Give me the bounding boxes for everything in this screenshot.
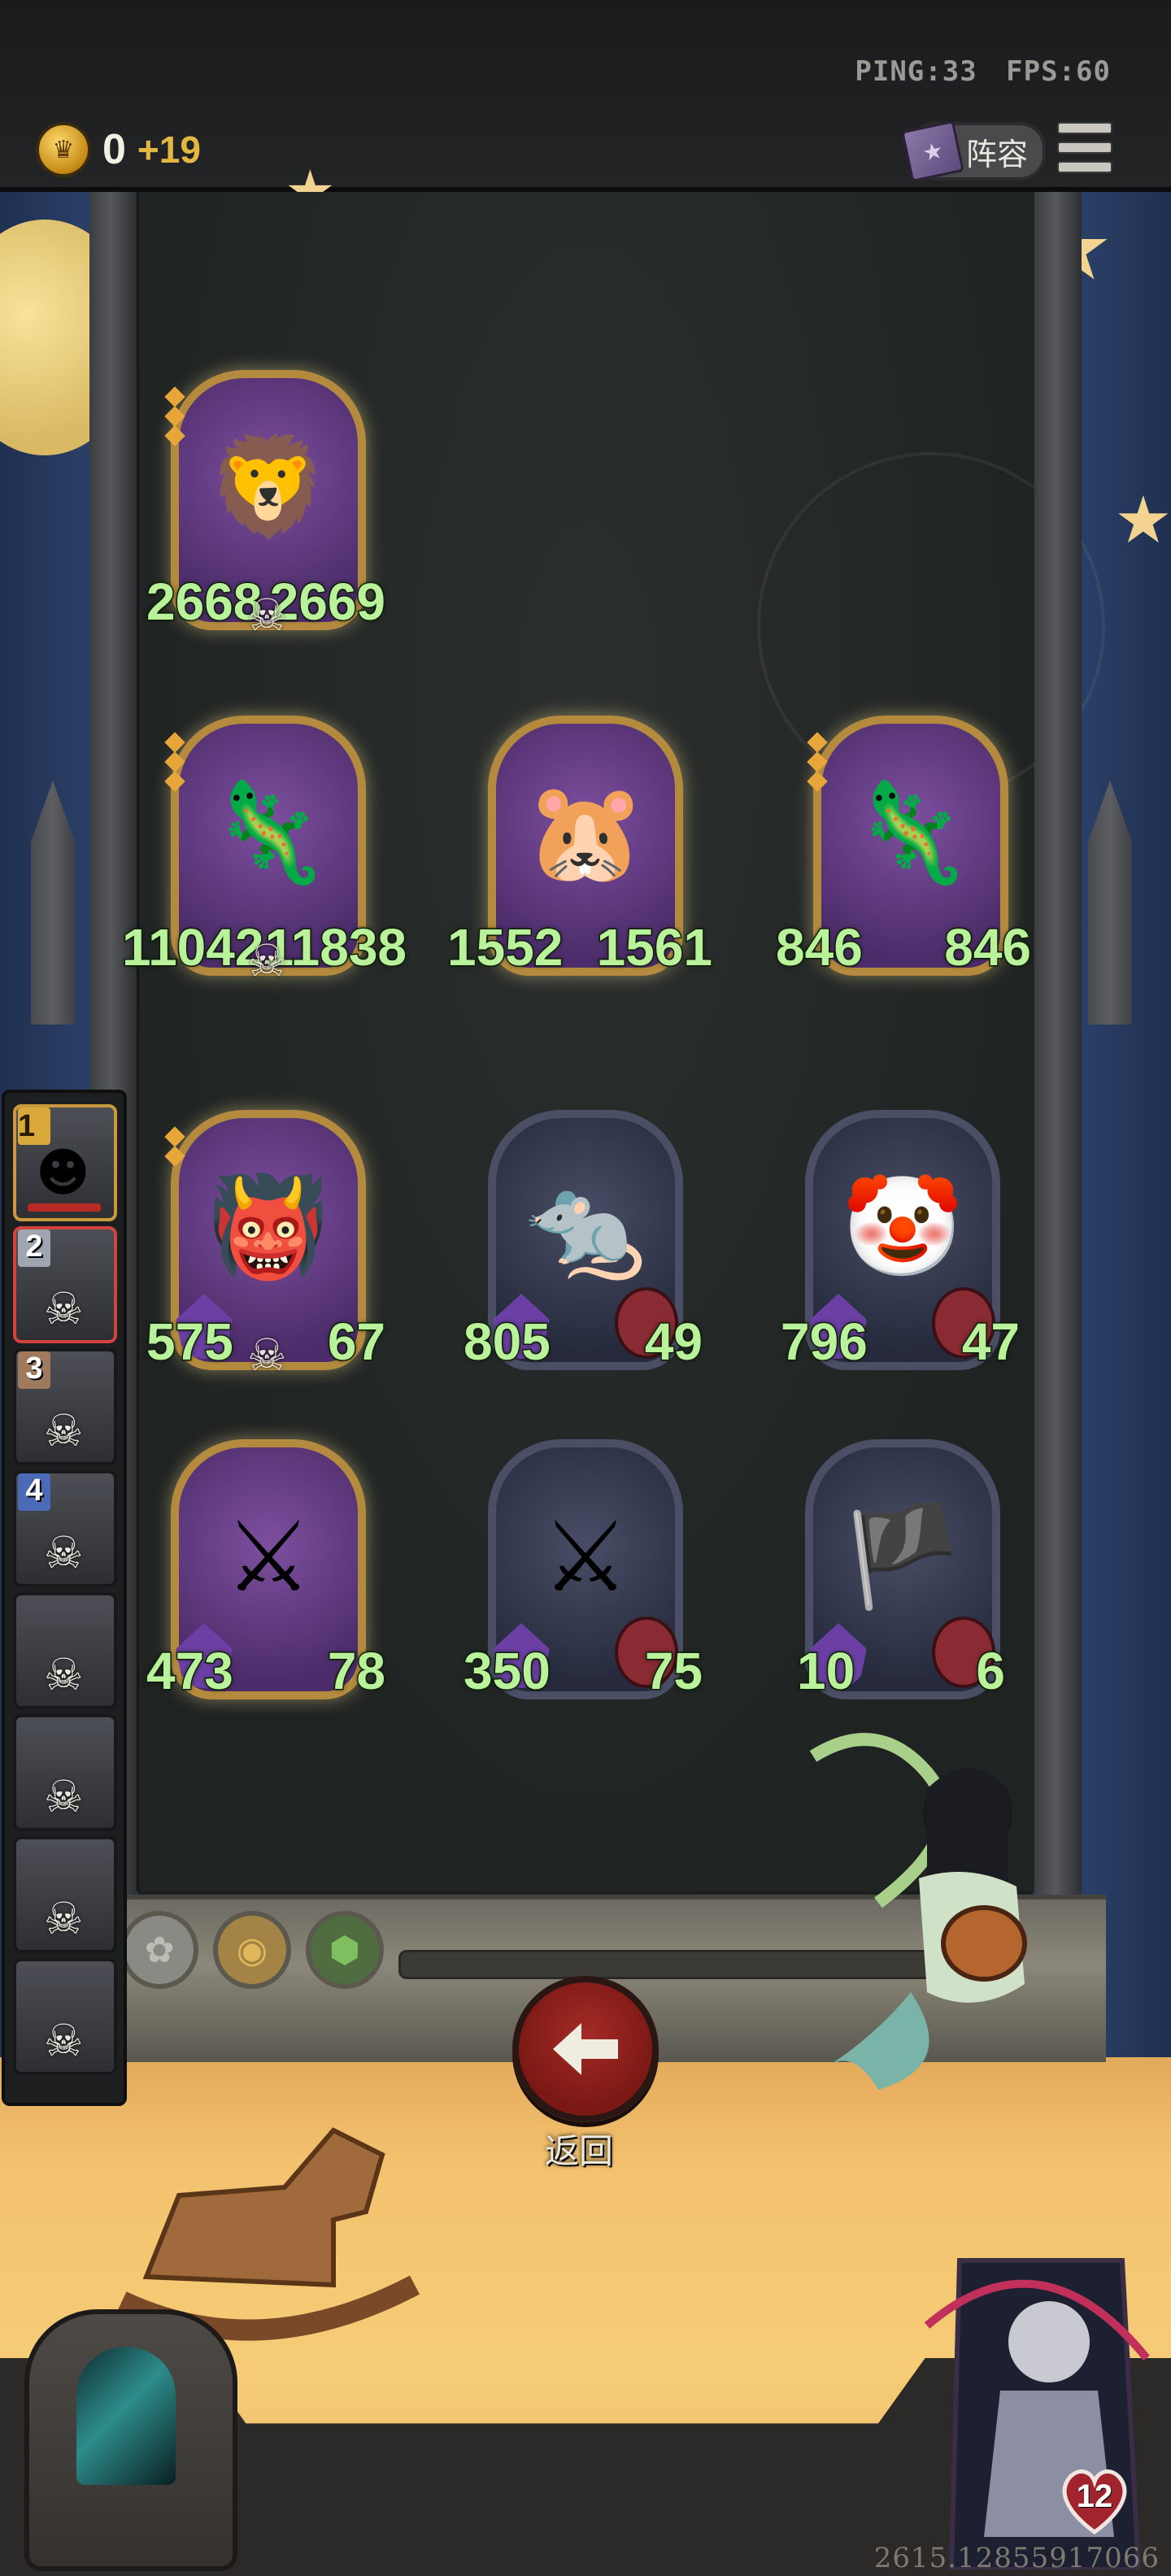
right-pillar <box>1034 192 1082 1932</box>
minion-card-gecko[interactable]: 🦎 11042 11838 ☠ <box>120 716 408 986</box>
back-button[interactable] <box>512 1976 659 2122</box>
health-value: 846 <box>943 917 1033 978</box>
rank-badge: 3 <box>18 1351 50 1389</box>
hero-level-badge: 12 <box>1056 2461 1134 2539</box>
gold-income: +19 <box>137 128 201 171</box>
health-value: 2669 <box>268 572 386 633</box>
hamster-icon: 🐹 <box>525 777 646 890</box>
attack-value: 796 <box>780 1312 869 1373</box>
health-value: 67 <box>326 1312 386 1373</box>
hero-avatar-icon: ☻ <box>36 1143 90 1203</box>
minion-card-knight[interactable]: ⚔ 350 75 <box>463 1439 704 1702</box>
knight-icon: ⚔ <box>224 1500 312 1614</box>
minion-card-clown[interactable]: 🤡 796 47 <box>780 1110 1021 1373</box>
roster-slot[interactable]: ☠ <box>13 1714 117 1831</box>
skull-icon: ☠ <box>44 1283 84 1334</box>
health-value: 49 <box>643 1312 703 1373</box>
health-value: 6 <box>975 1641 1007 1702</box>
health-value: 47 <box>960 1312 1021 1373</box>
lineup-label: 阵容 <box>966 136 1029 172</box>
skull-icon: ☠ <box>247 935 287 986</box>
skull-icon: ☠ <box>44 1649 84 1700</box>
skull-icon: ☠ <box>44 1527 84 1578</box>
rank-badge: 1 <box>18 1107 50 1145</box>
coin-slot-icon[interactable]: ◉ <box>213 1911 291 1989</box>
book-icon: ★ <box>901 120 964 183</box>
pirate-icon: 🏴 <box>842 1500 964 1613</box>
ping-text: PING:33 <box>855 55 977 88</box>
knight-icon: ⚔ <box>542 1500 629 1614</box>
lion-beast-icon: 🦁 <box>207 431 329 544</box>
lineup-button[interactable]: ★ 阵容 <box>901 120 1046 183</box>
gold-display: ♛ 0 +19 <box>36 122 201 177</box>
portal-frame[interactable] <box>24 2309 237 2571</box>
roster-slot[interactable]: ☠ <box>13 1592 117 1709</box>
attack-value: 1552 <box>446 917 564 978</box>
roster-slot[interactable]: ☠ <box>13 1958 117 2075</box>
roster-slot[interactable]: ☠ <box>13 1836 117 1953</box>
gecko-icon: 🦎 <box>207 777 329 890</box>
minion-card-pirate[interactable]: 🏴 10 6 <box>795 1439 1006 1702</box>
top-bar: PING:33 FPS:60 ♛ 0 +19 ★ 阵容 <box>0 0 1171 192</box>
star-icon: ★ <box>1114 482 1171 558</box>
hamburger-menu-button[interactable] <box>1057 122 1112 173</box>
attack-value: 10 <box>795 1641 855 1702</box>
star-pips <box>164 732 187 794</box>
crystal-icon <box>76 2347 176 2485</box>
rank-badge: 4 <box>18 1473 50 1511</box>
arrow-left-icon <box>553 2023 618 2075</box>
ogre-icon: 👹 <box>207 1171 329 1284</box>
player-roster: 1 ☻ 2 ☠ 3 ☠ 4 ☠ ☠ ☠ ☠ ☠ <box>2 1090 127 2106</box>
attack-value: 2668 <box>145 572 263 633</box>
attack-value: 575 <box>146 1312 235 1373</box>
skull-icon: ☠ <box>247 590 287 641</box>
roster-slot[interactable]: 2 ☠ <box>13 1226 117 1343</box>
hp-bar <box>28 1203 101 1212</box>
rat-icon: 🐀 <box>525 1171 646 1284</box>
skull-icon: ☠ <box>247 1329 287 1381</box>
minion-card-lion[interactable]: 🦁 2668 2669 ☠ <box>145 370 387 641</box>
star-pips <box>807 732 829 794</box>
minion-card-ogre[interactable]: 👹 575 67 ☠ <box>146 1110 387 1381</box>
attack-value: 350 <box>463 1641 552 1702</box>
health-value: 1561 <box>595 917 713 978</box>
hero-level-value: 12 <box>1076 2478 1113 2514</box>
roster-slot[interactable]: 3 ☠ <box>13 1348 117 1465</box>
skull-icon: ☠ <box>44 2015 84 2066</box>
back-label: 返回 <box>544 2131 613 2171</box>
debug-number: 2615.12855917066 <box>873 2542 1160 2574</box>
mermaid-lute-character <box>809 1733 1027 2090</box>
minion-card-gecko[interactable]: 🦎 846 846 <box>775 716 1032 978</box>
flower-slot-icon[interactable]: ✿ <box>120 1911 198 1989</box>
network-stats: PING:33 FPS:60 <box>855 55 1111 88</box>
attack-value: 805 <box>463 1312 552 1373</box>
attack-value: 473 <box>146 1641 235 1702</box>
rank-badge: 2 <box>18 1229 50 1267</box>
attack-value: 11042 <box>120 917 264 978</box>
fps-text: FPS:60 <box>1006 55 1111 88</box>
health-value: 75 <box>643 1641 703 1702</box>
star-pips <box>164 1126 187 1168</box>
clown-icon: 🤡 <box>842 1171 964 1284</box>
skull-icon: ☠ <box>44 1893 84 1944</box>
minion-card-hamster[interactable]: 🐹 1552 1561 <box>446 716 714 978</box>
crown-coin-icon: ♛ <box>36 122 91 177</box>
star-pips <box>164 386 187 448</box>
health-value: 78 <box>326 1641 386 1702</box>
skull-icon: ☠ <box>44 1405 84 1456</box>
attack-value: 846 <box>775 917 864 978</box>
gold-value: 0 <box>102 126 126 173</box>
roster-slot[interactable]: 4 ☠ <box>13 1470 117 1587</box>
minion-card-knight[interactable]: ⚔ 473 78 <box>146 1439 387 1702</box>
minion-card-rat[interactable]: 🐀 805 49 <box>463 1110 704 1373</box>
gecko-icon: 🦎 <box>850 777 972 890</box>
skull-icon: ☠ <box>44 1771 84 1822</box>
hexagon-slot-icon[interactable]: ⬢ <box>306 1911 384 1989</box>
roster-slot[interactable]: 1 ☻ <box>13 1104 117 1221</box>
